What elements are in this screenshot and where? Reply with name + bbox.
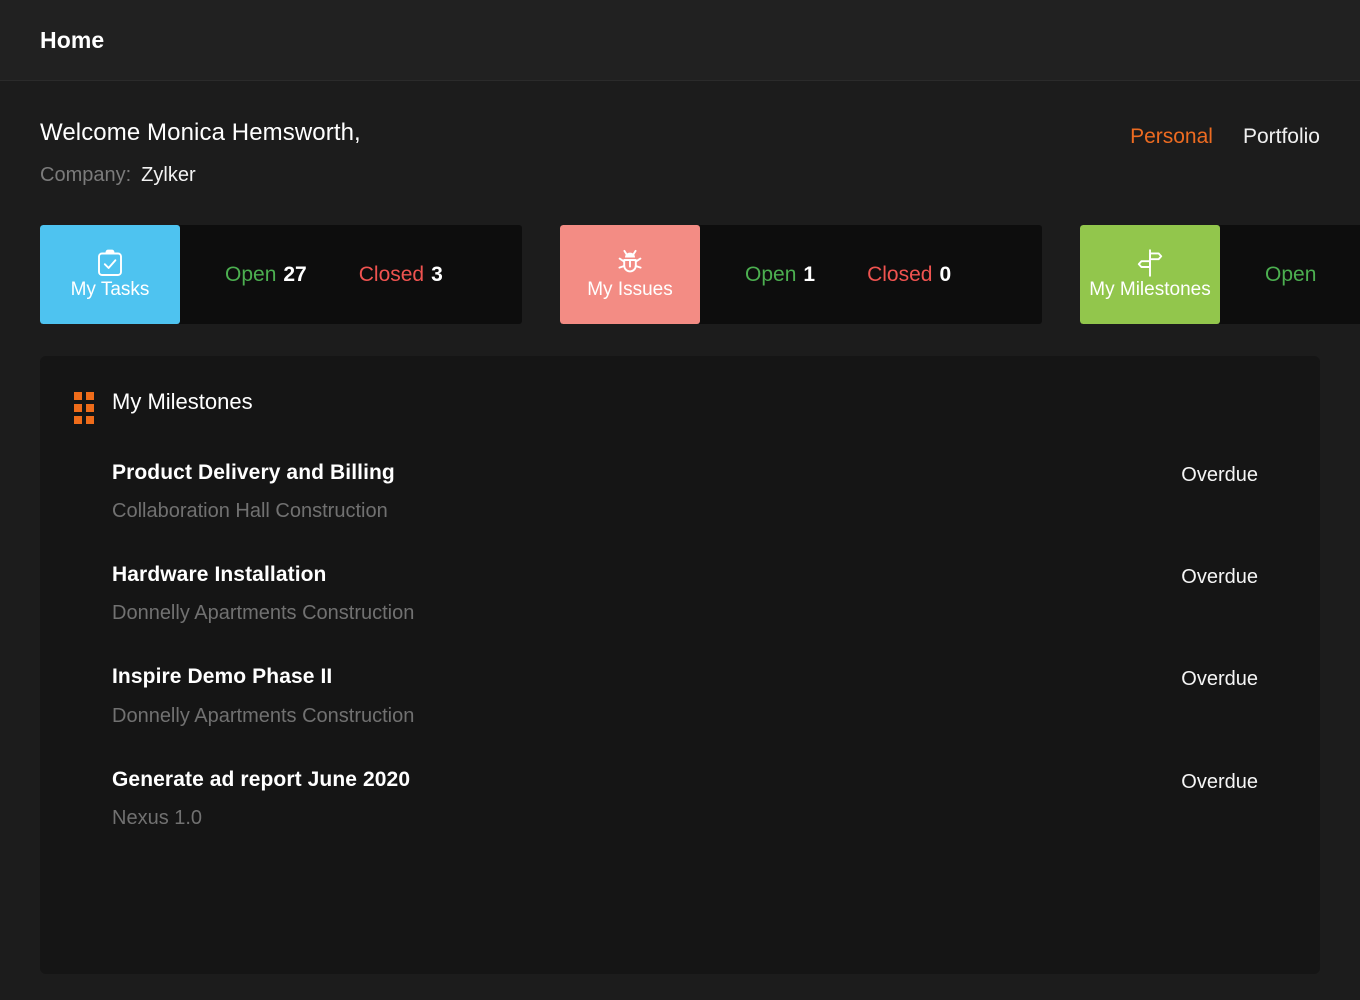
my-milestones-widget: My Milestones Product Delivery and Billi… (40, 356, 1320, 974)
tab-portfolio[interactable]: Portfolio (1243, 124, 1320, 149)
stat-cards-strip: My Tasks Open 27 Closed 3 (40, 225, 1360, 324)
signpost-icon (1133, 248, 1167, 278)
my-tasks-open-stat: Open 27 (225, 264, 307, 285)
drag-dot (86, 404, 94, 412)
drag-handle-icon[interactable] (74, 392, 94, 424)
my-tasks-tile[interactable]: My Tasks (40, 225, 180, 324)
drag-dot (74, 392, 82, 400)
milestone-name: Generate ad report June 2020 (112, 767, 410, 793)
my-issues-closed-value: 0 (939, 263, 951, 286)
milestone-status-badge: Overdue (1181, 664, 1286, 692)
milestone-text-block: Product Delivery and Billing Collaborati… (112, 460, 395, 524)
stat-card-my-milestones[interactable]: My Milestones Open (1080, 225, 1360, 324)
milestone-text-block: Hardware Installation Donnelly Apartment… (112, 562, 414, 626)
my-tasks-open-label: Open (225, 263, 276, 286)
page-title: Home (40, 27, 104, 54)
milestone-text-block: Inspire Demo Phase II Donnelly Apartment… (112, 664, 414, 728)
company-label: Company: (40, 163, 131, 187)
tab-personal[interactable]: Personal (1130, 124, 1213, 149)
milestone-project: Collaboration Hall Construction (112, 499, 395, 524)
my-tasks-stats: Open 27 Closed 3 (180, 225, 522, 324)
welcome-text-block: Welcome Monica Hemsworth, Company: Zylke… (40, 119, 361, 187)
drag-dot (86, 392, 94, 400)
milestone-name: Product Delivery and Billing (112, 460, 395, 486)
my-issues-label: My Issues (587, 280, 673, 301)
my-issues-open-label: Open (745, 263, 796, 286)
drag-dot (74, 404, 82, 412)
milestone-project: Donnelly Apartments Construction (112, 601, 414, 626)
my-tasks-closed-stat: Closed 3 (359, 264, 443, 285)
welcome-greeting: Welcome Monica Hemsworth, (40, 119, 361, 148)
my-milestones-label: My Milestones (1089, 280, 1210, 301)
bug-icon (613, 248, 647, 278)
milestone-status-badge: Overdue (1181, 460, 1286, 488)
clipboard-check-icon (93, 248, 127, 278)
milestone-status-badge: Overdue (1181, 562, 1286, 590)
my-issues-tile[interactable]: My Issues (560, 225, 700, 324)
my-tasks-closed-value: 3 (431, 263, 443, 286)
milestone-list: Product Delivery and Billing Collaborati… (74, 442, 1286, 851)
milestone-row[interactable]: Generate ad report June 2020 Nexus 1.0 O… (74, 749, 1286, 851)
welcome-section: Welcome Monica Hemsworth, Company: Zylke… (40, 81, 1320, 187)
drag-dot (74, 416, 82, 424)
my-issues-open-value: 1 (803, 263, 815, 286)
my-milestones-tile[interactable]: My Milestones (1080, 225, 1220, 324)
my-tasks-closed-label: Closed (359, 263, 424, 286)
my-issues-stats: Open 1 Closed 0 (700, 225, 1042, 324)
milestone-row[interactable]: Inspire Demo Phase II Donnelly Apartment… (74, 646, 1286, 748)
view-switch: Personal Portfolio (1130, 119, 1320, 149)
milestone-status-badge: Overdue (1181, 767, 1286, 795)
my-tasks-open-value: 27 (283, 263, 306, 286)
my-milestones-open-label: Open (1265, 263, 1316, 286)
my-tasks-label: My Tasks (71, 280, 150, 301)
app-header: Home (0, 0, 1360, 81)
milestone-name: Hardware Installation (112, 562, 414, 588)
drag-dot (86, 416, 94, 424)
widget-header: My Milestones (74, 382, 1286, 414)
milestone-row[interactable]: Product Delivery and Billing Collaborati… (74, 442, 1286, 544)
milestone-text-block: Generate ad report June 2020 Nexus 1.0 (112, 767, 410, 831)
milestone-name: Inspire Demo Phase II (112, 664, 414, 690)
stat-card-my-issues[interactable]: My Issues Open 1 Closed 0 (560, 225, 1042, 324)
my-issues-closed-stat: Closed 0 (867, 264, 951, 285)
company-row: Company: Zylker (40, 163, 361, 187)
company-value: Zylker (141, 163, 195, 187)
stat-card-my-tasks[interactable]: My Tasks Open 27 Closed 3 (40, 225, 522, 324)
my-milestones-stats: Open (1220, 225, 1360, 324)
my-milestones-open-stat: Open (1265, 264, 1323, 285)
widget-title: My Milestones (112, 390, 253, 414)
milestone-project: Nexus 1.0 (112, 806, 410, 831)
my-issues-open-stat: Open 1 (745, 264, 815, 285)
my-issues-closed-label: Closed (867, 263, 932, 286)
milestone-row[interactable]: Hardware Installation Donnelly Apartment… (74, 544, 1286, 646)
page-body: Welcome Monica Hemsworth, Company: Zylke… (0, 81, 1360, 1000)
milestone-project: Donnelly Apartments Construction (112, 704, 414, 729)
